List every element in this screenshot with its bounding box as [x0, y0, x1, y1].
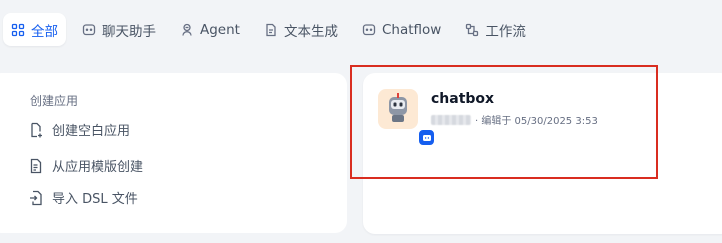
blurred-author-name	[431, 114, 471, 125]
tab-label: 全部	[31, 23, 58, 40]
document-icon	[264, 23, 278, 37]
create-item-label: 从应用模版创建	[52, 160, 144, 175]
tab-chat-assistant[interactable]: 聊天助手	[74, 13, 164, 46]
robot-icon	[180, 23, 194, 37]
tab-agent[interactable]: Agent	[172, 13, 248, 46]
app-name: chatbox	[431, 91, 495, 107]
create-app-title: 创建应用	[30, 94, 79, 108]
create-app-card: 创建应用 创建空白应用 从应用模版创建 导入 DSL 文件	[0, 73, 347, 233]
app-card-chatbox[interactable]: chatbox · 编辑于 05/30/2025 3:53	[363, 73, 722, 234]
chat-bubble-icon	[82, 23, 96, 37]
app-edit-info: · 编辑于 05/30/2025 3:53	[431, 112, 598, 127]
chat-badge-icon	[418, 129, 435, 146]
tab-label: 工作流	[485, 23, 526, 40]
robot-avatar-icon	[389, 93, 407, 122]
tab-label: 聊天助手	[102, 23, 156, 40]
app-avatar	[378, 89, 435, 146]
tab-text-generation[interactable]: 文本生成	[256, 13, 346, 46]
create-from-template-button[interactable]: 从应用模版创建	[28, 156, 143, 175]
app-type-tabs: 全部 聊天助手 Agent 文本生成 Chatflow 工作流	[0, 13, 542, 46]
create-blank-app-button[interactable]: 创建空白应用	[28, 120, 130, 139]
tab-label: 文本生成	[283, 23, 338, 40]
template-icon	[28, 158, 44, 174]
tab-label: Chatflow	[381, 21, 442, 38]
grid-icon	[11, 23, 25, 37]
import-dsl-button[interactable]: 导入 DSL 文件	[28, 188, 138, 207]
create-item-label: 创建空白应用	[52, 124, 131, 139]
tab-label: Agent	[200, 21, 240, 38]
tab-all[interactable]: 全部	[3, 13, 66, 46]
tab-workflow[interactable]: 工作流	[457, 13, 534, 46]
file-import-icon	[28, 190, 44, 206]
file-plus-icon	[28, 122, 44, 138]
app-edit-time: · 编辑于 05/30/2025 3:53	[475, 116, 598, 127]
create-item-label: 导入 DSL 文件	[52, 192, 138, 207]
chatflow-icon	[362, 23, 376, 37]
tab-chatflow[interactable]: Chatflow	[354, 13, 449, 46]
workflow-icon	[465, 23, 479, 37]
